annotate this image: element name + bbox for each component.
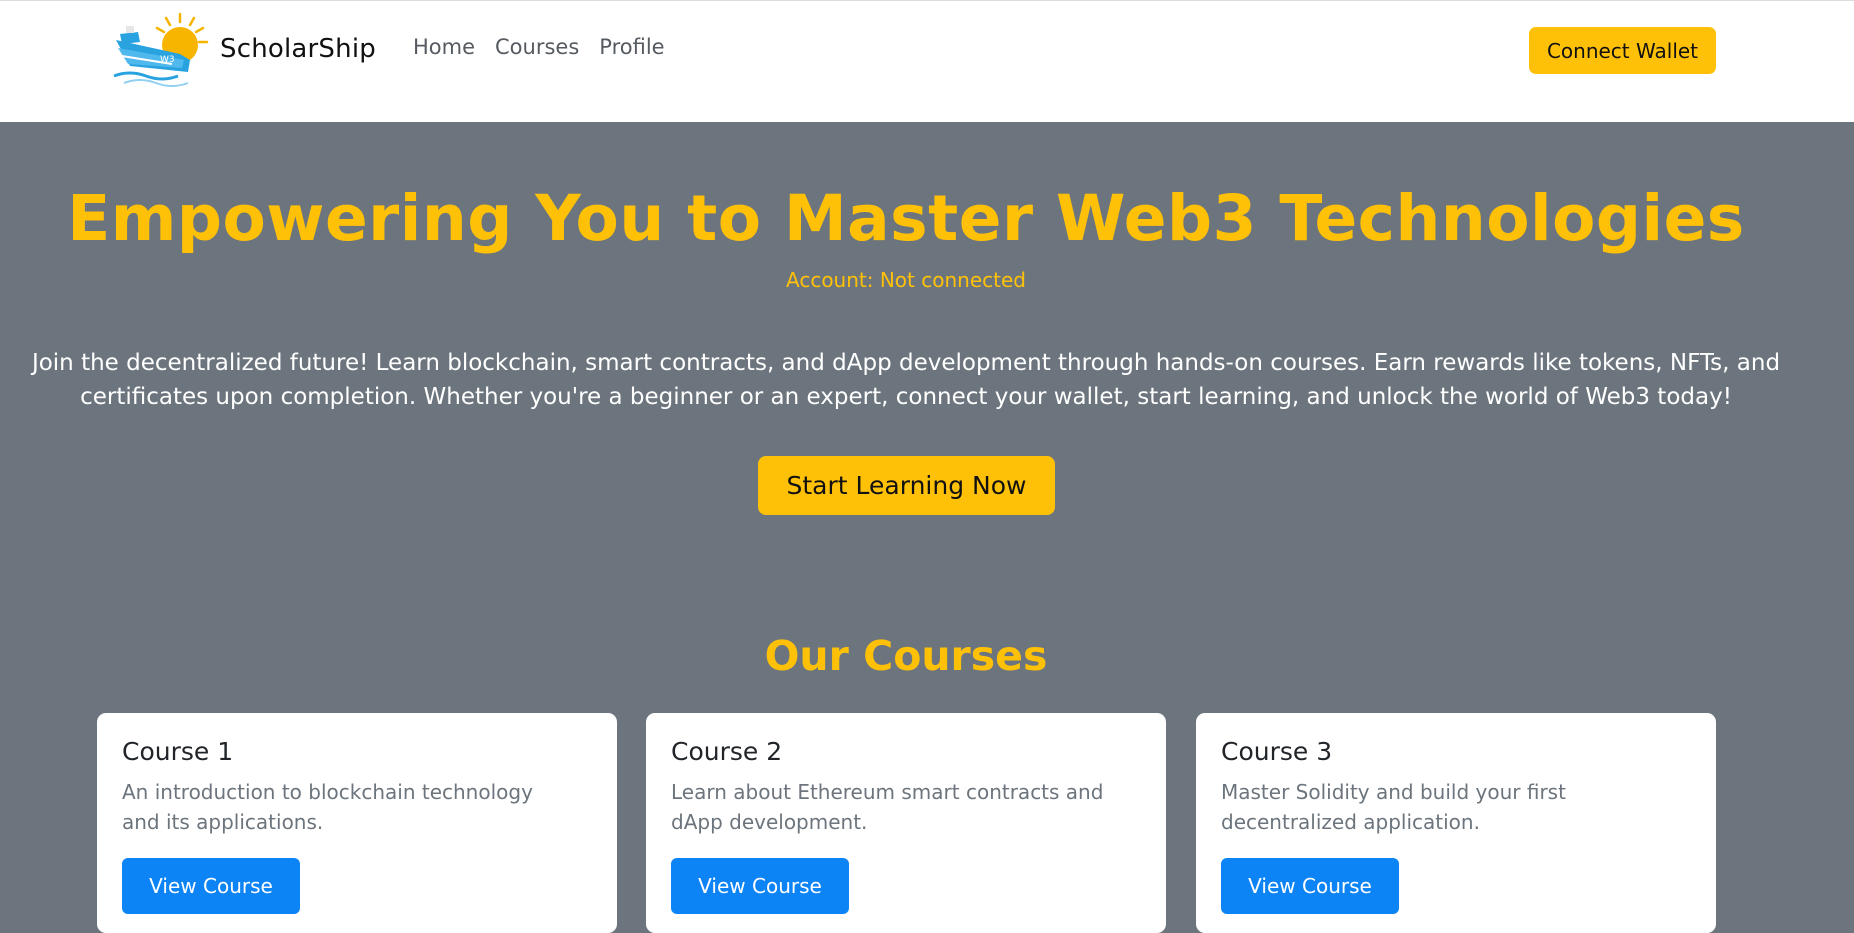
hero-description: Join the decentralized future! Learn blo… (31, 350, 1781, 410)
navbar: W3 ScholarShip Home Courses Profile Conn… (0, 0, 1854, 122)
view-course-button[interactable]: View Course (1221, 858, 1399, 914)
hero-title: Empowering You to Master Web3 Technologi… (67, 182, 1745, 255)
view-course-button[interactable]: View Course (122, 858, 300, 914)
course-title: Course 1 (122, 737, 234, 766)
brand-name[interactable]: ScholarShip (220, 34, 376, 64)
nav-links: Home Courses Profile (413, 31, 675, 63)
view-course-button[interactable]: View Course (671, 858, 849, 914)
course-title: Course 3 (1221, 737, 1333, 766)
courses-section-title: Our Courses (764, 632, 1048, 680)
brand[interactable]: W3 ScholarShip (110, 1, 376, 97)
connect-wallet-button[interactable]: Connect Wallet (1529, 27, 1716, 74)
course-description: Master Solidity and build your first dec… (1221, 780, 1566, 834)
course-description: Learn about Ethereum smart contracts and… (671, 780, 1104, 834)
svg-text:W3: W3 (160, 55, 175, 65)
nav-link-profile[interactable]: Profile (589, 31, 674, 63)
course-card-1: Course 1 An introduction to blockchain t… (97, 713, 617, 933)
nav-link-home[interactable]: Home (413, 31, 485, 63)
course-title: Course 2 (671, 737, 783, 766)
start-learning-button[interactable]: Start Learning Now (758, 456, 1055, 515)
course-card-3: Course 3 Master Solidity and build your … (1196, 713, 1716, 933)
nav-link-courses[interactable]: Courses (485, 31, 589, 63)
ship-sun-logo: W3 (110, 10, 212, 88)
account-status: Account: Not connected (786, 268, 1026, 292)
course-card-2: Course 2 Learn about Ethereum smart cont… (646, 713, 1166, 933)
course-description: An introduction to blockchain technology… (122, 780, 533, 834)
